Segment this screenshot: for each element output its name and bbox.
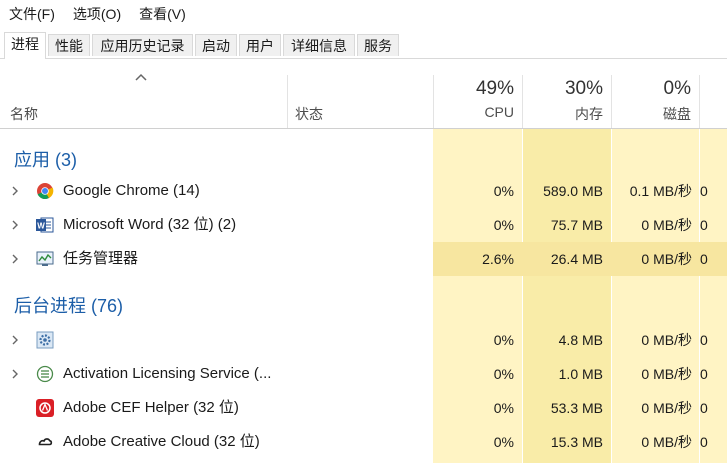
column-header-disk[interactable]: 0% 磁盘	[612, 75, 700, 129]
disk-value: 0 MB/秒	[641, 400, 692, 416]
process-row[interactable]: W Microsoft Word (32 位) (2) 0% 75.7 MB 0…	[0, 208, 727, 242]
network-value: 0	[700, 332, 708, 348]
svg-text:W: W	[37, 222, 45, 231]
tab-users[interactable]: 用户	[239, 34, 281, 56]
process-name: Google Chrome (14)	[63, 182, 200, 199]
chevron-right-icon[interactable]	[10, 185, 20, 197]
cpu-value: 0%	[493, 366, 514, 382]
column-header-memory[interactable]: 30% 内存	[523, 75, 612, 129]
network-value: 0	[700, 366, 708, 382]
cpu-value: 0%	[493, 332, 514, 348]
memory-value: 589.0 MB	[543, 183, 603, 199]
memory-value: 53.3 MB	[550, 400, 603, 416]
network-value: 0	[700, 251, 708, 267]
column-header-status[interactable]: 状态	[295, 104, 323, 124]
creative-cloud-icon	[37, 434, 53, 450]
disk-value: 0 MB/秒	[641, 332, 692, 348]
disk-value: 0.1 MB/秒	[629, 183, 692, 199]
process-row[interactable]: 0% 4.8 MB 0 MB/秒 0	[0, 323, 727, 357]
chevron-right-icon[interactable]	[10, 334, 20, 346]
process-row[interactable]: 任务管理器 2.6% 26.4 MB 0 MB/秒 0	[0, 242, 727, 276]
cpu-value: 2.6%	[482, 251, 514, 267]
column-divider	[287, 75, 288, 129]
memory-value: 1.0 MB	[558, 366, 603, 382]
cpu-value: 0%	[493, 183, 514, 199]
process-row[interactable]: Adobe CEF Helper (32 位) 0% 53.3 MB 0 MB/…	[0, 391, 727, 425]
menu-file[interactable]: 文件(F)	[0, 0, 64, 28]
memory-total-percent: 30%	[564, 78, 603, 99]
network-value: 0	[700, 434, 708, 450]
group-header-apps[interactable]: 应用 (3)	[14, 146, 77, 172]
memory-value: 15.3 MB	[550, 434, 603, 450]
menu-view[interactable]: 查看(V)	[130, 0, 195, 28]
tab-startup[interactable]: 启动	[195, 34, 237, 56]
tab-strip: 进程 性能 应用历史记录 启动 用户 详细信息 服务	[0, 32, 727, 59]
memory-value: 4.8 MB	[558, 332, 603, 348]
tab-details[interactable]: 详细信息	[283, 34, 355, 56]
cpu-label: CPU	[484, 104, 514, 120]
network-value: 0	[700, 400, 708, 416]
disk-value: 0 MB/秒	[641, 434, 692, 450]
tab-services[interactable]: 服务	[357, 34, 399, 56]
disk-total-percent: 0%	[663, 78, 691, 99]
chevron-right-icon[interactable]	[10, 368, 20, 380]
process-name: 任务管理器	[63, 250, 139, 267]
chevron-right-icon[interactable]	[10, 253, 20, 265]
cpu-total-percent: 49%	[475, 78, 514, 99]
adobe-cef-icon	[36, 399, 54, 417]
menu-bar: 文件(F) 选项(O) 查看(V)	[0, 0, 727, 28]
memory-label: 内存	[575, 106, 603, 122]
tab-performance[interactable]: 性能	[48, 34, 90, 56]
service-icon	[36, 365, 54, 383]
network-value: 0	[700, 183, 708, 199]
process-name: Microsoft Word (32 位) (2)	[63, 216, 237, 233]
column-header-cpu[interactable]: 49% CPU	[433, 75, 523, 129]
chrome-icon	[37, 183, 54, 199]
sort-ascending-icon[interactable]	[134, 72, 148, 82]
tab-app-history[interactable]: 应用历史记录	[92, 34, 193, 56]
cpu-value: 0%	[493, 434, 514, 450]
chevron-right-icon[interactable]	[10, 219, 20, 231]
network-value: 0	[700, 217, 708, 233]
process-name: Adobe Creative Cloud (32 位)	[63, 433, 260, 450]
tab-processes[interactable]: 进程	[4, 32, 46, 59]
gear-icon	[36, 331, 54, 349]
memory-value: 26.4 MB	[550, 251, 603, 267]
column-header-name[interactable]: 名称	[10, 104, 38, 124]
disk-value: 0 MB/秒	[641, 217, 692, 233]
process-row[interactable]: Google Chrome (14) 0% 589.0 MB 0.1 MB/秒 …	[0, 174, 727, 208]
process-name: Activation Licensing Service (...	[63, 365, 272, 382]
process-row[interactable]: Activation Licensing Service (... 0% 1.0…	[0, 357, 727, 391]
menu-options[interactable]: 选项(O)	[64, 0, 130, 28]
process-row[interactable]: Adobe Creative Cloud (32 位) 0% 15.3 MB 0…	[0, 425, 727, 459]
group-header-background[interactable]: 后台进程 (76)	[14, 292, 123, 318]
task-manager-icon	[36, 251, 54, 266]
disk-value: 0 MB/秒	[641, 366, 692, 382]
disk-label: 磁盘	[663, 106, 691, 122]
disk-value: 0 MB/秒	[641, 251, 692, 267]
header-divider	[0, 128, 727, 129]
cpu-value: 0%	[493, 400, 514, 416]
memory-value: 75.7 MB	[550, 217, 603, 233]
cpu-value: 0%	[493, 217, 514, 233]
word-icon: W	[36, 217, 54, 233]
process-name: Adobe CEF Helper (32 位)	[63, 399, 239, 416]
